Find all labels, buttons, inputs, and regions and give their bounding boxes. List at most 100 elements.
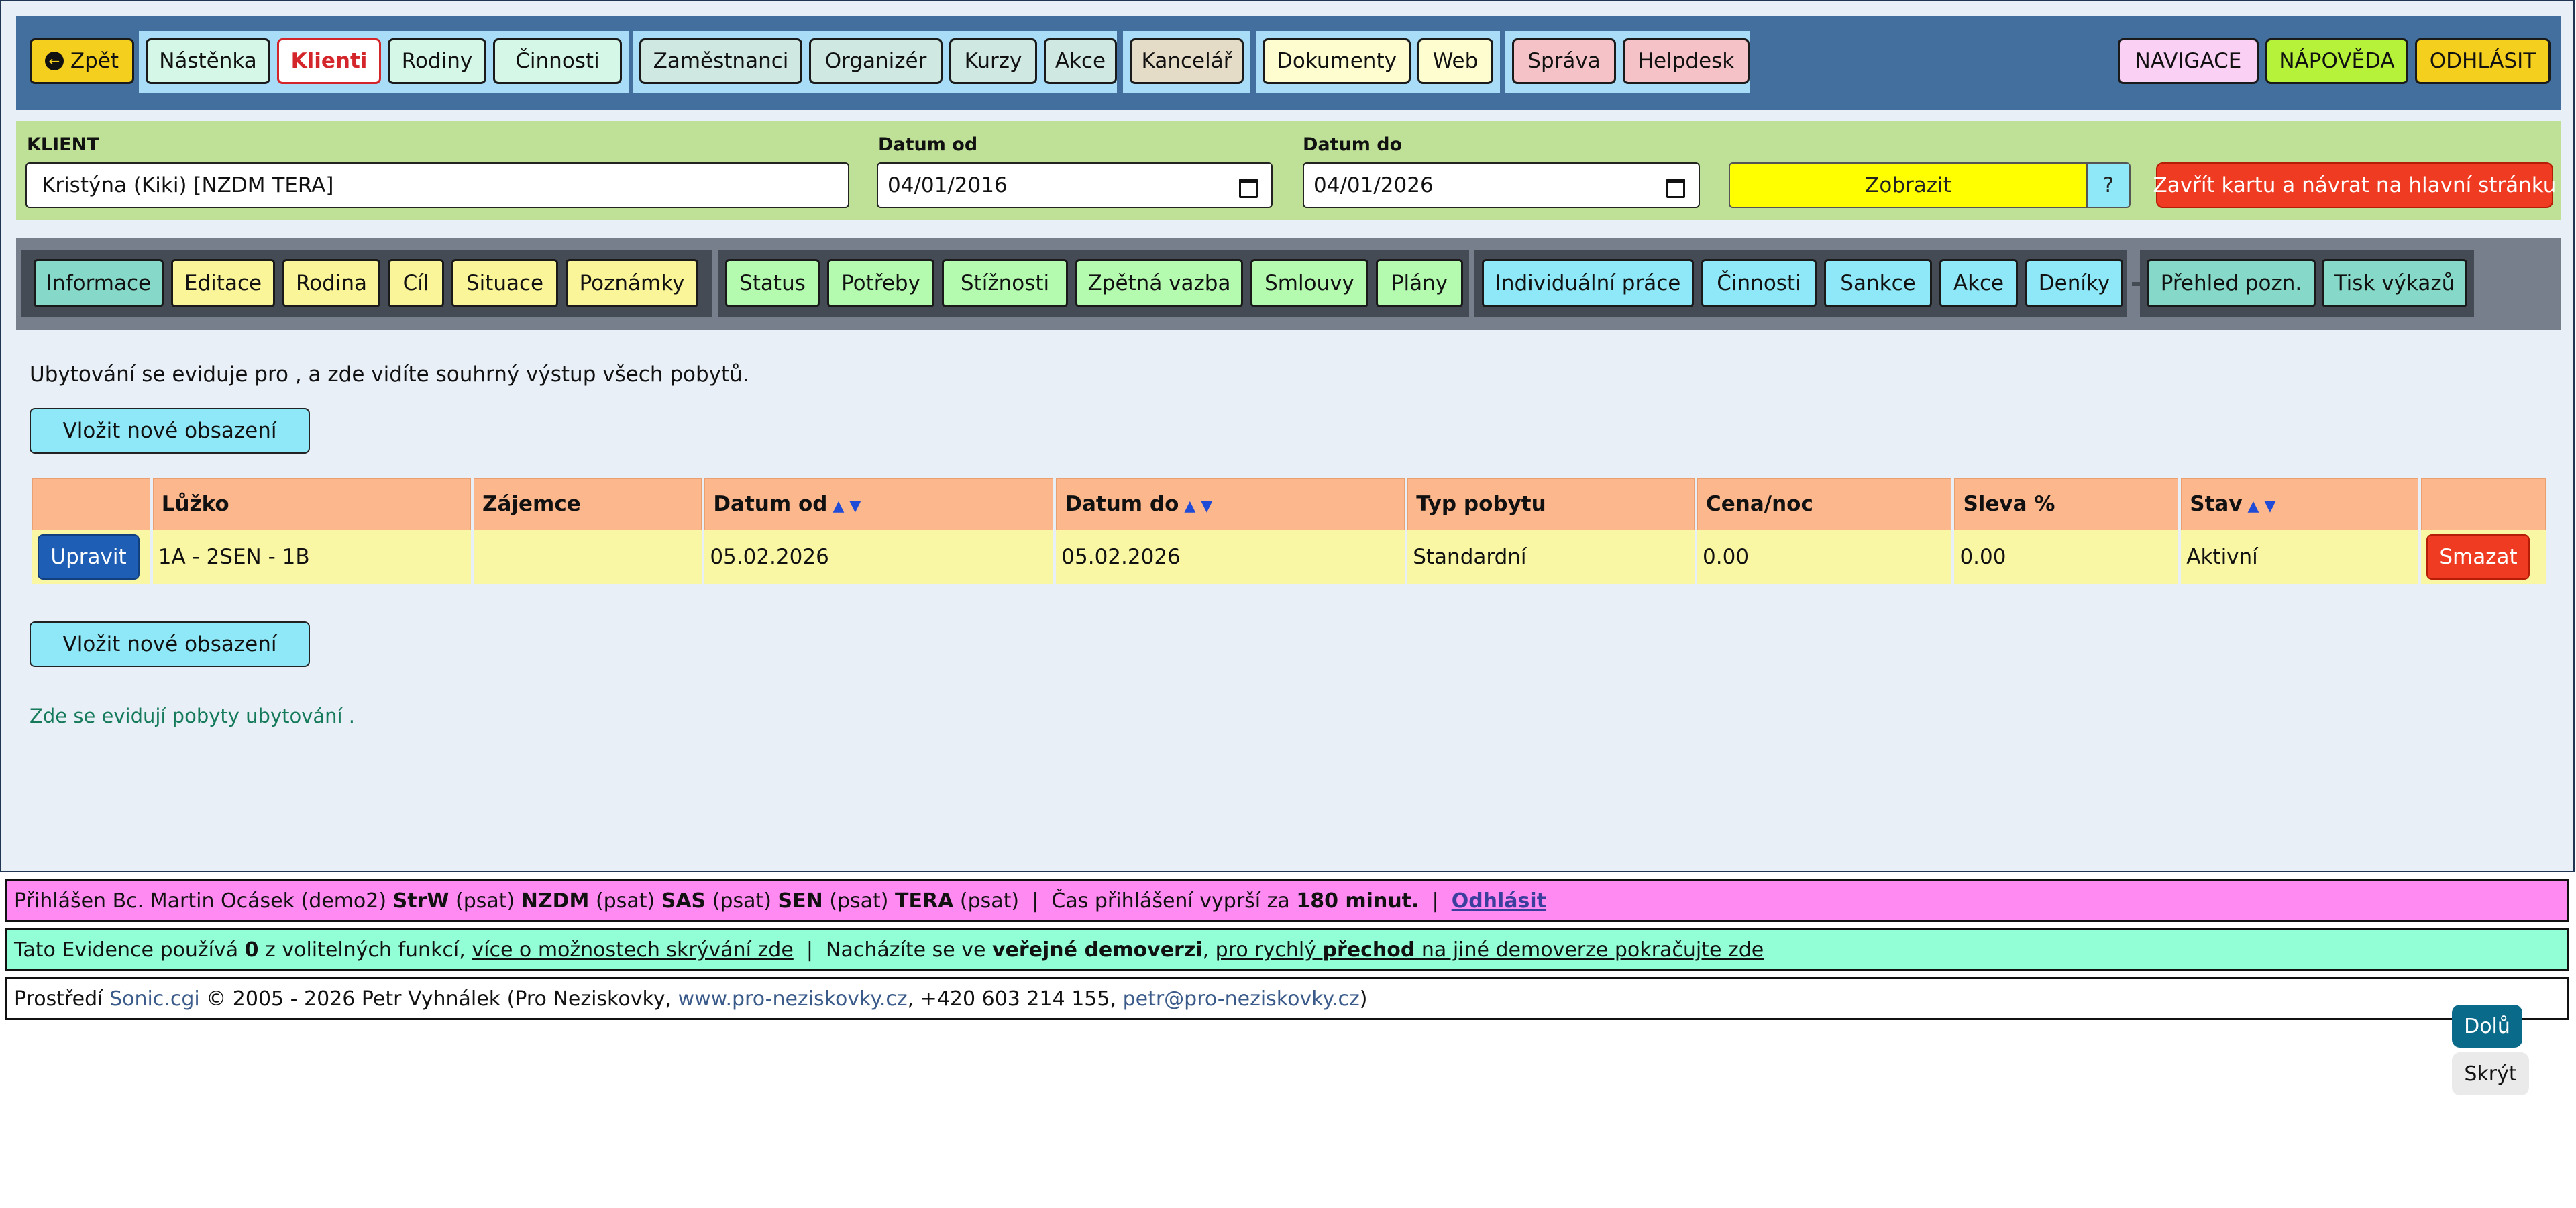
hide-options-link[interactable]: více o možnostech skrývání zde (472, 938, 793, 962)
cell-edit: Upravit (32, 530, 150, 584)
app-window: ← Zpět Nástěnka Klienti Rodiny Činnosti … (0, 0, 2575, 872)
tab-individualni-prace[interactable]: Individuální práce (1482, 259, 1694, 307)
add-occupancy-button-bottom[interactable]: Vložit nové obsazení (30, 621, 310, 667)
tab-tisk-vykazu[interactable]: Tisk výkazů (2322, 259, 2467, 307)
table-header-row: Lůžko Zájemce Datum od ▲ ▼ Datum do ▲ ▼ Typ … (32, 478, 2546, 530)
tab-prehled-pozn[interactable]: Přehled pozn. (2147, 259, 2316, 307)
separator: | (1032, 889, 1039, 913)
tab-editace[interactable]: Editace (171, 259, 275, 307)
nav-dokumenty[interactable]: Dokumenty (1263, 38, 1411, 84)
delete-button[interactable]: Smazat (2426, 534, 2530, 580)
feature-count: 0 (244, 938, 259, 962)
nav-rodiny[interactable]: Rodiny (388, 38, 486, 84)
separator: | (806, 938, 813, 962)
col-actions (32, 478, 150, 530)
client-subnav: Informace Editace Rodina Cíl Situace Poz… (16, 238, 2561, 330)
tab-situace[interactable]: Situace (451, 259, 558, 307)
tab-potreby[interactable]: Potřeby (827, 259, 934, 307)
edit-button[interactable]: Upravit (38, 534, 140, 580)
calendar-icon[interactable] (1665, 176, 1685, 198)
sort-asc-icon[interactable]: ▲ (833, 498, 844, 515)
cell-delete: Smazat (2421, 530, 2546, 584)
odhlasit-button[interactable]: ODHLÁSIT (2415, 38, 2551, 84)
add-occupancy-button-top[interactable]: Vložit nové obsazení (30, 408, 310, 454)
date-from-input[interactable]: 04/01/2016 (877, 162, 1273, 208)
switch-demo-link[interactable]: pro rychlý přechod na jiné demoverze pok… (1216, 938, 1764, 962)
cell-zajemce (473, 530, 702, 584)
tab-rodina[interactable]: Rodina (282, 259, 380, 307)
col-datum-do-label: Datum do (1065, 492, 1179, 516)
col-sleva: Sleva % (1954, 478, 2179, 530)
cell-typ: Standardní (1407, 530, 1695, 584)
sort-asc-icon[interactable]: ▲ (2248, 498, 2259, 515)
col-stav[interactable]: Stav ▲ ▼ (2181, 478, 2419, 530)
sort-desc-icon[interactable]: ▼ (849, 498, 861, 515)
website-link[interactable]: www.pro-neziskovky.cz (678, 987, 908, 1011)
close-card-button[interactable]: Zavřít kartu a návrat na hlavní stránku (2153, 162, 2556, 208)
tab-smlouvy[interactable]: Smlouvy (1250, 259, 1368, 307)
sort-desc-icon[interactable]: ▼ (1201, 498, 1212, 515)
demo-version: veřejné demoverzi (991, 938, 1203, 962)
nav-zamestnanci[interactable]: Zaměstnanci (639, 38, 802, 84)
help-button[interactable]: ? (2088, 162, 2131, 208)
role-perm: (psat) (595, 889, 655, 913)
screen: ← Zpět Nástěnka Klienti Rodiny Činnosti … (0, 0, 2576, 1208)
role-name: NZDM (521, 889, 590, 913)
client-filter-bar: KLIENT Kristýna (Kiki) [NZDM TERA] Datum… (16, 121, 2561, 220)
tab-deniky[interactable]: Deníky (2025, 259, 2123, 307)
product-link[interactable]: Sonic.cgi (109, 987, 200, 1011)
nav-nastenka[interactable]: Nástěnka (146, 38, 270, 84)
tab-poznamky[interactable]: Poznámky (566, 259, 698, 307)
back-button[interactable]: ← Zpět (30, 38, 134, 84)
role-perm: (psat) (712, 889, 771, 913)
role-name: SAS (661, 889, 706, 913)
logout-link[interactable]: Odhlásit (1452, 889, 1546, 913)
cell-datum-do: 05.02.2026 (1056, 530, 1405, 584)
nav-klienti[interactable]: Klienti (277, 38, 381, 84)
date-to-label: Datum do (1303, 134, 1403, 155)
copyright-bar: Prostředí Sonic.cgi © 2005 - 2026 Petr V… (5, 977, 2569, 1020)
nav-akce[interactable]: Akce (1044, 38, 1117, 84)
tab-akce[interactable]: Akce (1939, 259, 2018, 307)
circle-arrow-left-icon: ← (44, 52, 64, 70)
nav-sprava[interactable]: Správa (1512, 38, 1616, 84)
client-input[interactable]: Kristýna (Kiki) [NZDM TERA] (25, 162, 849, 208)
date-to-input[interactable]: 04/01/2026 (1303, 162, 1700, 208)
show-button[interactable]: Zobrazit (1729, 162, 2088, 208)
col-luzko: Lůžko (152, 478, 471, 530)
sort-asc-icon[interactable]: ▲ (1184, 498, 1195, 515)
tab-plany[interactable]: Plány (1376, 259, 1463, 307)
features-info-bar: Tato Evidence používá 0 z volitelných fu… (5, 928, 2569, 971)
role-name: SEN (777, 889, 823, 913)
sort-desc-icon[interactable]: ▼ (2264, 498, 2275, 515)
date-to-value: 04/01/2026 (1313, 173, 1434, 197)
col-typ-pobytu: Typ pobytu (1407, 478, 1695, 530)
tab-cil[interactable]: Cíl (388, 259, 444, 307)
role-perm: (psat) (455, 889, 515, 913)
col-datum-do[interactable]: Datum do ▲ ▼ (1056, 478, 1405, 530)
link-text: přechod (1322, 938, 1415, 962)
scroll-down-button[interactable]: Dolů (2452, 1005, 2522, 1048)
napoveda-button[interactable]: NÁPOVĚDA (2265, 38, 2408, 84)
hide-button[interactable]: Skrýt (2452, 1052, 2529, 1095)
nav-cinnosti[interactable]: Činnosti (493, 38, 622, 84)
nav-kancelar[interactable]: Kancelář (1130, 38, 1244, 84)
copyright-text: © 2005 - 2026 Petr Vyhnálek (Pro Nezisko… (206, 987, 672, 1011)
tab-stiznosti[interactable]: Stížnosti (942, 259, 1068, 307)
role-name: StrW (392, 889, 449, 913)
nav-kurzy[interactable]: Kurzy (949, 38, 1037, 84)
tab-sankce[interactable]: Sankce (1824, 259, 1932, 307)
tab-status[interactable]: Status (725, 259, 820, 307)
tab-informace[interactable]: Informace (34, 259, 164, 307)
col-datum-od[interactable]: Datum od ▲ ▼ (704, 478, 1054, 530)
navigace-button[interactable]: NAVIGACE (2118, 38, 2259, 84)
table-row: Upravit 1A - 2SEN - 1B 05.02.2026 05.02.… (32, 530, 2546, 584)
nav-organizer[interactable]: Organizér (809, 38, 943, 84)
calendar-icon[interactable] (1238, 176, 1258, 198)
tab-zpetna-vazba[interactable]: Zpětná vazba (1075, 259, 1243, 307)
email-link[interactable]: petr@pro-neziskovky.cz (1123, 987, 1360, 1011)
tab-cinnosti[interactable]: Činnosti (1701, 259, 1817, 307)
cell-luzko: 1A - 2SEN - 1B (152, 530, 471, 584)
nav-web[interactable]: Web (1417, 38, 1493, 84)
nav-helpdesk[interactable]: Helpdesk (1623, 38, 1750, 84)
